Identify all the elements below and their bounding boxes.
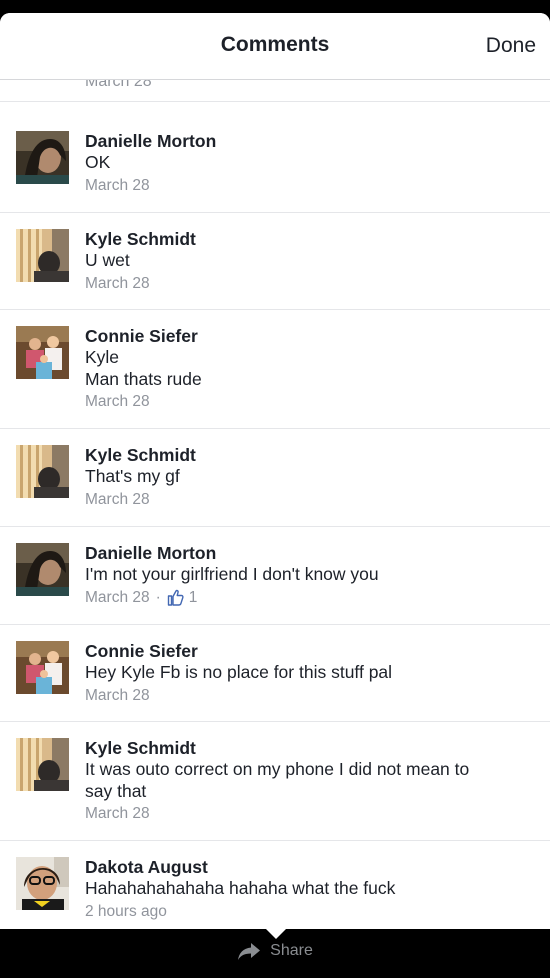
comment-text: It was outo correct on my phone I did no…: [85, 759, 525, 802]
comment-meta: March 28: [85, 491, 150, 509]
comment-item[interactable]: Kyle Schmidt U wet March 28: [0, 213, 550, 310]
comment-date: March 28: [85, 176, 150, 194]
comment-item[interactable]: Danielle Morton OK March 28: [0, 115, 550, 213]
comment-text-line: U wet: [85, 250, 130, 270]
comment-text: Hey Kyle Fb is no place for this stuff p…: [85, 662, 525, 684]
comment-item[interactable]: Kyle Schmidt That's my gf March 28: [0, 429, 550, 527]
comment-text-line: It was outo correct on my phone I did no…: [85, 759, 470, 779]
comment-date: March 28: [85, 686, 150, 704]
share-button[interactable]: Share: [0, 941, 550, 961]
separator-dot: ·: [155, 588, 161, 606]
commenter-name[interactable]: Danielle Morton: [85, 131, 216, 152]
comment-text-line: Kyle: [85, 347, 120, 367]
comment-text-line: say that: [85, 780, 147, 801]
avatar[interactable]: [16, 326, 69, 379]
comment-item[interactable]: Dakota August Hahahahahahaha hahaha what …: [0, 841, 550, 929]
comment-meta: March 28 · 1: [85, 589, 197, 607]
comment-meta: March 28: [85, 687, 150, 705]
avatar[interactable]: [16, 543, 69, 596]
page-title: Comments: [220, 33, 330, 56]
commenter-name[interactable]: Dakota August: [85, 857, 208, 878]
comment-text-line: I'm not your girlfriend I don't know you: [85, 564, 379, 584]
commenter-name[interactable]: Kyle Schmidt: [85, 229, 196, 250]
comment-item[interactable]: Connie Siefer Kyle Man thats rude March 28: [0, 310, 550, 429]
comment-date: March 28: [85, 805, 150, 822]
comment-text-line: That's my gf: [85, 466, 180, 486]
comment-text-line: Hahahahahahaha hahaha what the fuck: [85, 878, 396, 898]
comment-meta: 2 hours ago: [85, 903, 167, 921]
header-bar: Comments Done: [0, 13, 550, 80]
comment-date: 2 hours ago: [85, 902, 167, 920]
commenter-name[interactable]: Danielle Morton: [85, 543, 216, 564]
avatar[interactable]: [16, 445, 69, 498]
comment-date: March 28: [85, 393, 150, 410]
comment-text-line: Hey Kyle Fb is no place for this stuff p…: [85, 662, 393, 682]
commenter-name[interactable]: Kyle Schmidt: [85, 445, 196, 466]
comment-list[interactable]: March 28 Danielle Morton OK March 28 Kyle S…: [0, 80, 550, 929]
thumbs-up-icon: [167, 589, 184, 606]
comment-meta: March 28: [85, 177, 150, 195]
comment-item[interactable]: Connie Siefer Hey Kyle Fb is no place for…: [0, 625, 550, 722]
comment-date: March 28: [85, 80, 152, 90]
comment-date: March 28: [85, 490, 150, 508]
comment-text: That's my gf: [85, 466, 525, 488]
comment-text: Hahahahahahaha hahaha what the fuck: [85, 878, 525, 900]
commenter-name[interactable]: Connie Siefer: [85, 326, 198, 347]
like-count-number: 1: [188, 588, 198, 606]
commenter-name[interactable]: Kyle Schmidt: [85, 738, 196, 759]
comment-meta: March 28: [85, 805, 150, 823]
comment-text: Kyle Man thats rude: [85, 347, 525, 390]
avatar[interactable]: [16, 641, 69, 694]
comment-text: I'm not your girlfriend I don't know you: [85, 564, 525, 586]
done-button[interactable]: Done: [486, 34, 536, 58]
avatar[interactable]: [16, 857, 69, 910]
previous-comment-peek: March 28: [0, 80, 550, 102]
comment-text-line: Man thats rude: [85, 368, 202, 389]
comment-meta: March 28: [85, 275, 150, 293]
sheet-pointer: [265, 928, 287, 939]
comment-item[interactable]: Kyle Schmidt It was outo correct on my ph…: [0, 722, 550, 841]
comment-text: U wet: [85, 250, 525, 272]
comment-text: OK: [85, 152, 525, 174]
avatar[interactable]: [16, 738, 69, 791]
avatar[interactable]: [16, 131, 69, 184]
comment-date: March 28: [85, 274, 150, 292]
comment-item[interactable]: Danielle Morton I'm not your girlfriend I…: [0, 527, 550, 625]
commenter-name[interactable]: Connie Siefer: [85, 641, 198, 662]
comment-date: March 28: [85, 588, 150, 606]
share-arrow-icon: [238, 943, 261, 960]
comments-sheet: Comments Done March 28 Danielle Morton OK…: [0, 13, 550, 929]
avatar[interactable]: [16, 229, 69, 282]
like-count[interactable]: 1: [167, 588, 198, 607]
bottom-bar: Share: [0, 928, 550, 978]
comment-text-line: OK: [85, 152, 111, 172]
comment-meta: March 28: [85, 393, 150, 411]
share-label: Share: [270, 942, 313, 959]
